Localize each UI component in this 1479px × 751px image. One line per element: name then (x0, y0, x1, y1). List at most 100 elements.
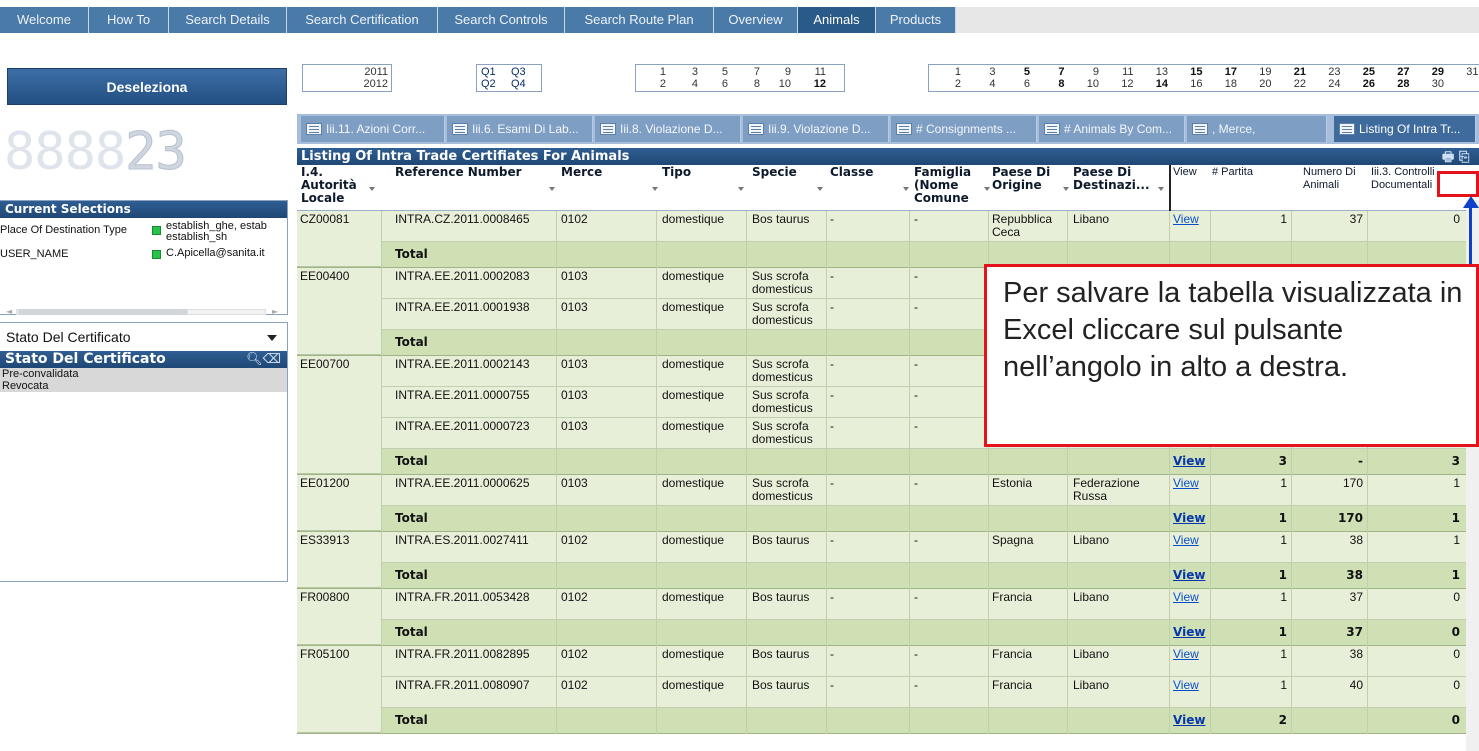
column-header-autorita[interactable]: I.4. Autorità Locale (301, 166, 363, 205)
month-option[interactable]: 10 (771, 78, 791, 90)
year-selector[interactable]: 2011 2012 (302, 64, 392, 92)
year-option[interactable]: 2011 (303, 66, 388, 78)
quarter-option[interactable]: Q4 (511, 78, 526, 90)
quarter-option[interactable]: Q3 (511, 66, 526, 78)
total-row[interactable]: Total View 3 - 3 (297, 449, 1479, 474)
print-icon[interactable]: 🖶︎ (1442, 149, 1457, 165)
day-option[interactable]: 19 (1250, 66, 1271, 78)
day-option[interactable]: 5 (1008, 66, 1030, 78)
view-link[interactable]: View (1173, 679, 1209, 692)
tab-search-certification[interactable]: Search Certification (287, 7, 438, 33)
day-option[interactable]: 31 (1457, 66, 1478, 78)
day-option[interactable]: 7 (1043, 66, 1064, 78)
view-link[interactable]: View (1173, 569, 1209, 582)
view-link[interactable]: View (1173, 714, 1209, 727)
year-option[interactable]: 2012 (303, 78, 388, 90)
day-option[interactable]: 4 (974, 78, 995, 90)
quarter-option[interactable]: Q1 (481, 66, 496, 78)
month-option[interactable]: 8 (740, 78, 760, 90)
chevron-down-icon[interactable] (267, 335, 277, 341)
view-link[interactable]: View (1173, 455, 1209, 468)
group-cell[interactable]: EE00400 (297, 268, 381, 355)
view-link[interactable]: View (1173, 213, 1209, 226)
sort-arrow-icon[interactable] (817, 187, 823, 191)
month-option[interactable]: 7 (740, 66, 760, 78)
view-link[interactable]: View (1173, 512, 1209, 525)
tab-products[interactable]: Products (876, 7, 956, 33)
column-header-origine[interactable]: Paese Di Origine (992, 166, 1062, 192)
send-to-excel-icon[interactable]: ⎘ (1459, 149, 1474, 165)
day-option[interactable]: 25 (1353, 66, 1375, 78)
view-link[interactable]: View (1173, 626, 1209, 639)
day-option[interactable]: 14 (1146, 78, 1168, 90)
month-option[interactable]: 6 (708, 78, 728, 90)
group-cell[interactable]: FR00800 (297, 589, 381, 645)
day-option[interactable]: 21 (1284, 66, 1306, 78)
column-header-partita[interactable]: # Partita (1212, 166, 1282, 179)
table-row[interactable]: INTRA.ES.2011.0027411 0102 domestique Bos t… (297, 532, 1479, 563)
tab-search-route-plan[interactable]: Search Route Plan (565, 7, 714, 33)
day-option[interactable]: 28 (1388, 78, 1409, 90)
day-option[interactable]: 17 (1215, 66, 1237, 78)
group-cell[interactable]: ES33913 (297, 532, 381, 588)
day-option[interactable]: 26 (1353, 78, 1375, 90)
month-option[interactable]: 11 (806, 66, 826, 78)
group-cell[interactable]: EE00700 (297, 356, 381, 474)
total-row[interactable]: Total View 1 37 0 (297, 620, 1479, 645)
chart-tab[interactable]: , Merce, (1187, 116, 1327, 142)
column-header-specie[interactable]: Specie (752, 166, 822, 179)
list-item[interactable]: Revocata (0, 380, 287, 392)
table-row[interactable]: INTRA.FR.2011.0082895 0102 domestique Bos t… (297, 646, 1479, 677)
day-selector[interactable]: 1 3 5 7 9 11 13 15 17 19 21 23 25 27 29 31 2 4 6 8 10 12 14 16 1… (928, 64, 1479, 92)
column-header-view[interactable]: View (1173, 166, 1213, 179)
day-option[interactable]: 16 (1181, 78, 1202, 90)
column-header-famiglia[interactable]: Famiglia (Nome Comune (914, 166, 982, 205)
quarter-selector[interactable]: Q1 Q3 Q2 Q4 (476, 64, 542, 92)
chart-tab[interactable]: Iii.11. Azioni Corr... (301, 116, 445, 142)
column-header-classe[interactable]: Classe (830, 166, 890, 179)
deselect-button[interactable]: Deseleziona (7, 68, 287, 105)
column-header-reference[interactable]: Reference Number (395, 166, 545, 179)
column-header-numero[interactable]: Numero Di Animali (1303, 166, 1363, 192)
table-row[interactable]: INTRA.CZ.2011.0008465 0102 domestique Bos t… (297, 211, 1479, 242)
tab-how-to[interactable]: How To (89, 7, 169, 33)
month-option[interactable]: 3 (678, 66, 698, 78)
day-option[interactable]: 23 (1319, 66, 1340, 78)
search-icon[interactable]: 🔍︎⌫ (246, 351, 281, 368)
total-row[interactable]: Total View 1 38 1 (297, 563, 1479, 588)
table-row[interactable]: INTRA.FR.2011.0053428 0102 domestique Bos t… (297, 589, 1479, 620)
sort-arrow-icon[interactable] (1063, 187, 1069, 191)
column-header-tipo[interactable]: Tipo (662, 166, 742, 179)
scrollbar-thumb[interactable] (18, 309, 188, 315)
group-cell[interactable]: EE01200 (297, 475, 381, 531)
table-row[interactable]: INTRA.FR.2011.0080907 0102 domestique Bos t… (297, 677, 1479, 708)
tab-search-details[interactable]: Search Details (169, 7, 287, 33)
column-header-merce[interactable]: Merce (561, 166, 651, 179)
tab-overview[interactable]: Overview (714, 7, 798, 33)
month-option[interactable]: 9 (771, 66, 791, 78)
table-row[interactable]: INTRA.EE.2011.0000625 0103 domestique Sus s… (297, 475, 1479, 506)
scroll-left-icon[interactable]: ◄ (6, 307, 12, 316)
day-option[interactable]: 30 (1422, 78, 1444, 90)
month-option[interactable]: 2 (646, 78, 666, 90)
day-option[interactable]: 2 (939, 78, 961, 90)
day-option[interactable]: 12 (1112, 78, 1133, 90)
selection-row[interactable]: Place Of Destination Type establish_ghe,… (0, 220, 287, 244)
chart-tab[interactable]: Listing Of Intra Tr... (1334, 116, 1476, 142)
group-cell[interactable]: FR05100 (297, 646, 381, 733)
day-option[interactable]: 1 (939, 66, 961, 78)
list-item[interactable]: Pre-convalidata (0, 368, 287, 380)
column-header-destinazione[interactable]: Paese Di Destinazi... (1073, 166, 1158, 192)
day-option[interactable]: 11 (1112, 66, 1133, 78)
month-option[interactable]: 5 (708, 66, 728, 78)
view-link[interactable]: View (1173, 591, 1209, 604)
chart-tab[interactable]: Iii.8. Violazione D... (595, 116, 741, 142)
sort-arrow-icon[interactable] (1158, 187, 1164, 191)
day-option[interactable]: 20 (1250, 78, 1271, 90)
group-cell[interactable]: CZ00081 (297, 211, 381, 267)
day-option[interactable]: 3 (974, 66, 995, 78)
total-row[interactable]: Total View 2 0 (297, 708, 1479, 733)
chart-tab[interactable]: # Consignments ... (891, 116, 1037, 142)
month-option[interactable]: 4 (678, 78, 698, 90)
day-option[interactable]: 24 (1319, 78, 1340, 90)
